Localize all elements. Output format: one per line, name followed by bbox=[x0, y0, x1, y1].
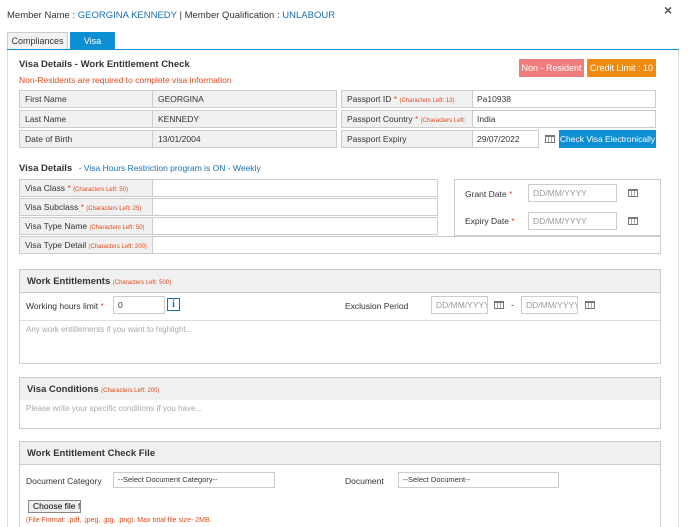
document-category-select[interactable]: --Select Document Category-- bbox=[113, 472, 275, 488]
visa-details-heading: Visa Details - Visa Hours Restriction pr… bbox=[19, 163, 261, 174]
close-icon[interactable]: × bbox=[664, 2, 672, 18]
expiry-date-input[interactable] bbox=[528, 212, 617, 230]
visa-class-input[interactable] bbox=[152, 179, 438, 197]
check-file-title: Work Entitlement Check File bbox=[27, 448, 156, 459]
visa-conditions-textarea[interactable] bbox=[20, 400, 660, 428]
passport-country-input[interactable] bbox=[472, 110, 656, 128]
expiry-date-label-text: Expiry Date bbox=[465, 216, 509, 226]
passport-id-label: Passport ID * (Characters Left: 13) bbox=[341, 90, 473, 108]
member-name-label: Member Name : bbox=[7, 10, 76, 21]
visa-program-note: - Visa Hours Restriction program is ON -… bbox=[78, 163, 261, 173]
document-label: Document bbox=[345, 476, 384, 486]
tab-visa[interactable]: Visa bbox=[70, 32, 115, 49]
qualification-label: Member Qualification : bbox=[184, 10, 280, 21]
passport-id-hint: (Characters Left: 13) bbox=[399, 98, 455, 104]
check-file-header: Work Entitlement Check File bbox=[20, 442, 660, 465]
last-name-label: Last Name bbox=[19, 110, 153, 128]
required-mark: * bbox=[508, 189, 513, 199]
passport-expiry-input[interactable] bbox=[472, 130, 539, 148]
work-entitlements-hint: (Characters Left: 500) bbox=[112, 280, 172, 286]
exclusion-period-label: Exclusion Period bbox=[345, 301, 409, 311]
visa-type-detail-label: Visa Type Detail (Characters Left: 200) bbox=[19, 236, 153, 254]
required-mark: * bbox=[100, 301, 104, 311]
first-name-label: First Name bbox=[19, 90, 153, 108]
visa-type-name-input[interactable] bbox=[152, 217, 438, 235]
document-select[interactable]: --Select Document-- bbox=[398, 472, 559, 488]
dob-label: Date of Birth bbox=[19, 130, 153, 148]
info-icon[interactable]: i bbox=[167, 298, 180, 311]
visa-type-name-hint: (Characters Left: 50) bbox=[89, 225, 145, 231]
visa-class-hint: (Characters Left: 50) bbox=[73, 187, 129, 193]
passport-id-input[interactable] bbox=[472, 90, 656, 108]
document-category-label: Document Category bbox=[26, 476, 102, 486]
required-mark: * bbox=[67, 183, 71, 193]
visa-details-title: Visa Details bbox=[19, 163, 73, 174]
working-hours-input[interactable] bbox=[113, 296, 165, 314]
visa-subclass-hint: (Characters Left: 25) bbox=[86, 206, 142, 212]
choose-file-button[interactable]: Choose file bbox=[28, 500, 81, 513]
visa-type-detail-input[interactable] bbox=[152, 236, 661, 254]
visa-subclass-label-text: Visa Subclass bbox=[25, 202, 79, 212]
visa-type-name-label: Visa Type Name (Characters Left: 50) bbox=[19, 217, 153, 235]
visa-subclass-input[interactable] bbox=[152, 198, 438, 216]
visa-conditions-hint: (Characters Left: 200) bbox=[101, 388, 160, 394]
visa-conditions-title: Visa Conditions bbox=[27, 384, 99, 395]
visa-type-detail-label-text: Visa Type Detail bbox=[25, 240, 87, 250]
grant-date-input[interactable] bbox=[528, 184, 617, 202]
member-name: GEORGINA KENNEDY bbox=[77, 10, 177, 21]
required-mark: * bbox=[393, 94, 398, 104]
dob-value: 13/01/2004 bbox=[152, 130, 337, 148]
calendar-icon[interactable] bbox=[628, 189, 638, 197]
non-resident-badge: Non - Resident bbox=[519, 59, 584, 77]
expiry-date-label: Expiry Date * bbox=[465, 216, 515, 226]
calendar-icon[interactable] bbox=[585, 301, 595, 309]
work-entitlements-title: Work Entitlements bbox=[27, 276, 111, 287]
visa-type-detail-hint: (Characters Left: 200) bbox=[88, 244, 147, 250]
non-resident-notice: Non-Residents are required to complete v… bbox=[19, 75, 232, 85]
required-mark: * bbox=[511, 216, 515, 226]
calendar-icon[interactable] bbox=[628, 217, 638, 225]
visa-type-name-label-text: Visa Type Name bbox=[25, 221, 88, 231]
calendar-icon[interactable] bbox=[545, 135, 555, 143]
range-dash: - bbox=[511, 300, 514, 310]
working-hours-label: Working hours limit * bbox=[26, 301, 104, 311]
visa-class-label-text: Visa Class bbox=[25, 183, 65, 193]
credit-limit-badge: Credit Limit : 10 bbox=[587, 59, 656, 77]
work-entitlements-textarea[interactable] bbox=[20, 320, 660, 363]
exclusion-start-input[interactable] bbox=[431, 296, 488, 314]
passport-country-label-text: Passport Country bbox=[347, 114, 413, 124]
working-hours-label-text: Working hours limit bbox=[26, 301, 99, 311]
grant-date-label: Grant Date * bbox=[465, 189, 512, 199]
header-separator: | bbox=[179, 10, 182, 21]
grant-date-label-text: Grant Date bbox=[465, 189, 507, 199]
visa-conditions-header: Visa Conditions (Characters Left: 200) bbox=[20, 378, 660, 401]
visa-class-label: Visa Class * (Characters Left: 50) bbox=[19, 179, 153, 197]
required-mark: * bbox=[80, 202, 84, 212]
first-name-value: GEORGINA bbox=[152, 90, 337, 108]
exclusion-end-input[interactable] bbox=[521, 296, 578, 314]
passport-country-label: Passport Country * (Characters Left: 65) bbox=[341, 110, 473, 143]
passport-expiry-label: Passport Expiry bbox=[341, 130, 473, 148]
calendar-icon[interactable] bbox=[494, 301, 504, 309]
required-mark: * bbox=[415, 114, 419, 124]
member-header: Member Name : GEORGINA KENNEDY | Member … bbox=[7, 10, 335, 21]
work-entitlements-header: Work Entitlements (Characters Left: 500) bbox=[20, 270, 660, 293]
check-visa-button[interactable]: Check Visa Electronically bbox=[559, 130, 656, 148]
tab-compliances[interactable]: Compliances bbox=[7, 32, 68, 49]
member-qualification: UNLABOUR bbox=[282, 10, 336, 21]
last-name-value: KENNEDY bbox=[152, 110, 337, 128]
file-format-note: (File Format: .pdf, .jpeg, .jpg, .png). … bbox=[26, 517, 212, 524]
visa-subclass-label: Visa Subclass * (Characters Left: 25) bbox=[19, 198, 153, 216]
file-status: f bbox=[78, 501, 81, 511]
work-check-title: Visa Details - Work Entitlement Check bbox=[19, 59, 190, 70]
passport-id-label-text: Passport ID bbox=[347, 94, 392, 104]
